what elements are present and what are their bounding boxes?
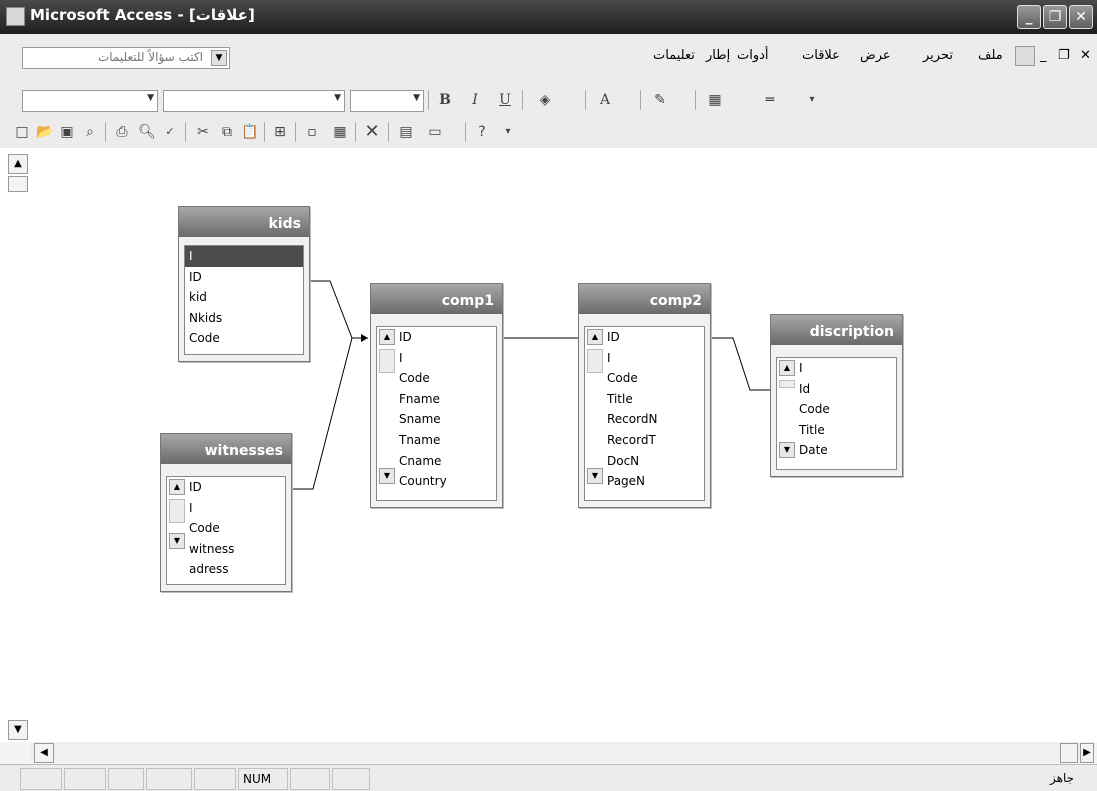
field-list[interactable]: ▲ ▼ ID I Code Title RecordN RecordT DocN … xyxy=(584,326,705,501)
field-item[interactable]: adress xyxy=(185,559,285,580)
field-item[interactable]: Id xyxy=(795,379,896,400)
arrow-icon xyxy=(361,334,368,342)
relation-line-kids-comp1 xyxy=(309,280,368,339)
field-item[interactable]: I xyxy=(395,348,496,369)
table-title[interactable]: comp1 xyxy=(371,284,502,314)
field-scrollbar[interactable]: ▲ ▼ xyxy=(379,329,395,488)
field-scrollbar[interactable]: ▲ ▼ xyxy=(169,479,185,553)
table-comp2[interactable]: comp2 ▲ ▼ ID I Code Title RecordN RecordT… xyxy=(578,283,711,508)
field-item[interactable]: Fname xyxy=(395,389,496,410)
status-ready: جاهز xyxy=(1050,771,1075,785)
table-kids[interactable]: kids I ID kid Nkids Code xyxy=(178,206,310,362)
field-item[interactable]: RecordN xyxy=(603,409,704,430)
field-scrollbar[interactable]: ▲ ▼ xyxy=(779,360,795,462)
field-scrollbar[interactable]: ▲ ▼ xyxy=(587,329,603,488)
field-item[interactable]: Code xyxy=(185,328,303,349)
field-item[interactable]: witness xyxy=(185,539,285,560)
table-discription[interactable]: discription ▲ ▼ I Id Code Title Date xyxy=(770,314,903,477)
field-item[interactable]: Sname xyxy=(395,409,496,430)
field-item[interactable]: Date xyxy=(795,440,896,461)
chevron-down-icon[interactable]: ▼ xyxy=(779,442,795,458)
chevron-up-icon[interactable]: ▲ xyxy=(169,479,185,495)
chevron-up-icon[interactable]: ▲ xyxy=(587,329,603,345)
field-item[interactable]: Tname xyxy=(395,430,496,451)
field-list[interactable]: ▲ ▼ ID I Code witness adress xyxy=(166,476,286,585)
status-bar: NUM جاهز xyxy=(0,764,1097,791)
scroll-thumb[interactable] xyxy=(587,349,603,373)
field-list[interactable]: I ID kid Nkids Code xyxy=(184,245,304,355)
field-item[interactable]: Title xyxy=(603,389,704,410)
field-list[interactable]: ▲ ▼ I Id Code Title Date xyxy=(776,357,897,470)
table-title[interactable]: comp2 xyxy=(579,284,710,314)
chevron-down-icon[interactable]: ▼ xyxy=(587,468,603,484)
field-item[interactable]: Code xyxy=(395,368,496,389)
field-item[interactable]: PageN xyxy=(603,471,704,492)
field-item[interactable]: ID xyxy=(603,327,704,348)
relation-line-comp2-discription xyxy=(710,337,772,391)
scroll-thumb[interactable] xyxy=(169,499,185,523)
table-comp1[interactable]: comp1 ▲ ▼ ID I Code Fname Sname Tname Cna… xyxy=(370,283,503,508)
field-item[interactable]: I xyxy=(185,498,285,519)
scroll-thumb[interactable] xyxy=(379,349,395,373)
chevron-down-icon[interactable]: ▼ xyxy=(169,533,185,549)
table-title[interactable]: discription xyxy=(771,315,902,345)
field-item[interactable]: ID xyxy=(185,477,285,498)
field-item[interactable]: Code xyxy=(603,368,704,389)
field-item[interactable]: Cname xyxy=(395,451,496,472)
field-item[interactable]: ID xyxy=(185,267,303,288)
num-lock-indicator: NUM xyxy=(238,768,288,790)
chevron-up-icon[interactable]: ▲ xyxy=(379,329,395,345)
field-item[interactable]: I xyxy=(603,348,704,369)
field-item[interactable]: Code xyxy=(795,399,896,420)
table-title[interactable]: witnesses xyxy=(161,434,291,464)
table-witnesses[interactable]: witnesses ▲ ▼ ID I Code witness adress xyxy=(160,433,292,592)
field-item[interactable]: Title xyxy=(795,420,896,441)
field-item[interactable]: kid xyxy=(185,287,303,308)
field-list[interactable]: ▲ ▼ ID I Code Fname Sname Tname Cname Cou… xyxy=(376,326,497,501)
chevron-up-icon[interactable]: ▲ xyxy=(779,360,795,376)
chevron-down-icon[interactable]: ▼ xyxy=(379,468,395,484)
field-item[interactable]: I xyxy=(795,358,896,379)
field-item[interactable]: Nkids xyxy=(185,308,303,329)
relationship-lines xyxy=(289,279,774,491)
table-title[interactable]: kids xyxy=(179,207,309,237)
field-item[interactable]: I xyxy=(185,246,303,267)
field-item[interactable]: RecordT xyxy=(603,430,704,451)
field-item[interactable]: DocN xyxy=(603,451,704,472)
field-item[interactable]: ID xyxy=(395,327,496,348)
field-item[interactable]: Code xyxy=(185,518,285,539)
scroll-thumb[interactable] xyxy=(779,380,795,388)
field-item[interactable]: Country xyxy=(395,471,496,492)
